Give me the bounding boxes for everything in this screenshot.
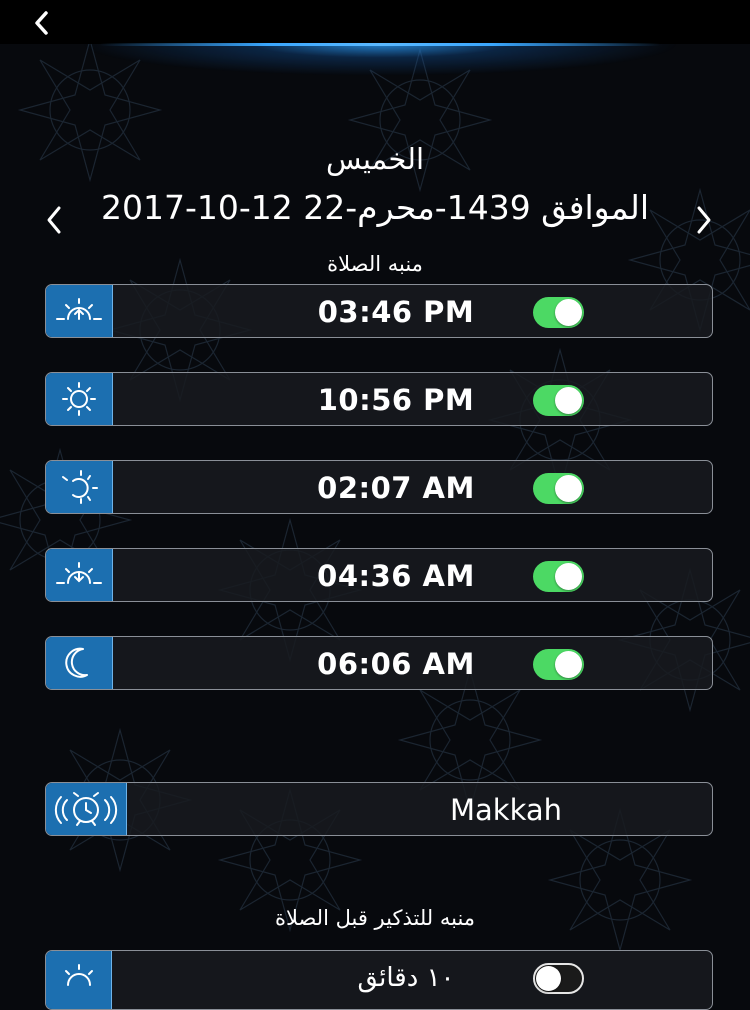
chevron-left-icon [47,206,61,234]
reminder-section-title: منبه للتذكير قبل الصلاة [274,906,476,930]
alarm-toggle[interactable] [533,473,584,504]
header-glow-line [100,43,660,46]
alarm-clock-icon [54,792,118,826]
sunset-icon [56,562,102,584]
previous-day-button[interactable] [40,200,70,240]
sunrise-icon [64,964,93,986]
reminder-row: ١٠ دقائق [45,950,713,1010]
prayer-row: 02:07 AM [45,460,713,514]
city-name: Makkah [449,793,563,827]
prayer-time: 04:36 AM [317,559,475,593]
afternoon-sun-icon [62,470,98,504]
alarm-toggle[interactable] [533,297,584,328]
location-row[interactable]: Makkah [45,782,713,836]
chevron-left-icon [35,11,48,35]
prayer-time: 10:56 PM [317,383,475,417]
sun-icon [62,382,96,416]
chevron-right-icon [697,206,711,234]
navigation-bar [0,0,750,44]
prayer-row: 06:06 AM [45,636,713,690]
prayer-row: 04:36 AM [45,548,713,602]
reminder-duration: ١٠ دقائق [357,963,455,993]
prayer-time: 06:06 AM [317,647,475,681]
alarm-toggle[interactable] [533,385,584,416]
prayer-row: 03:46 PM [45,284,713,338]
prayer-row: 10:56 PM [45,372,713,426]
crescent-moon-icon [65,647,88,678]
prayer-alarm-section-title: منبه الصلاة [327,252,423,276]
sunrise-icon [56,298,102,320]
reminder-toggle[interactable] [533,963,584,994]
alarm-toggle[interactable] [533,649,584,680]
back-button[interactable] [22,4,62,42]
prayer-time: 02:07 AM [317,471,475,505]
day-name: الخميس [325,142,425,176]
date-text: 2017-10-12 الموافق 1439-محرم-22 [100,188,649,227]
prayer-time: 03:46 PM [317,295,475,329]
next-day-button[interactable] [688,200,718,240]
alarm-toggle[interactable] [533,561,584,592]
